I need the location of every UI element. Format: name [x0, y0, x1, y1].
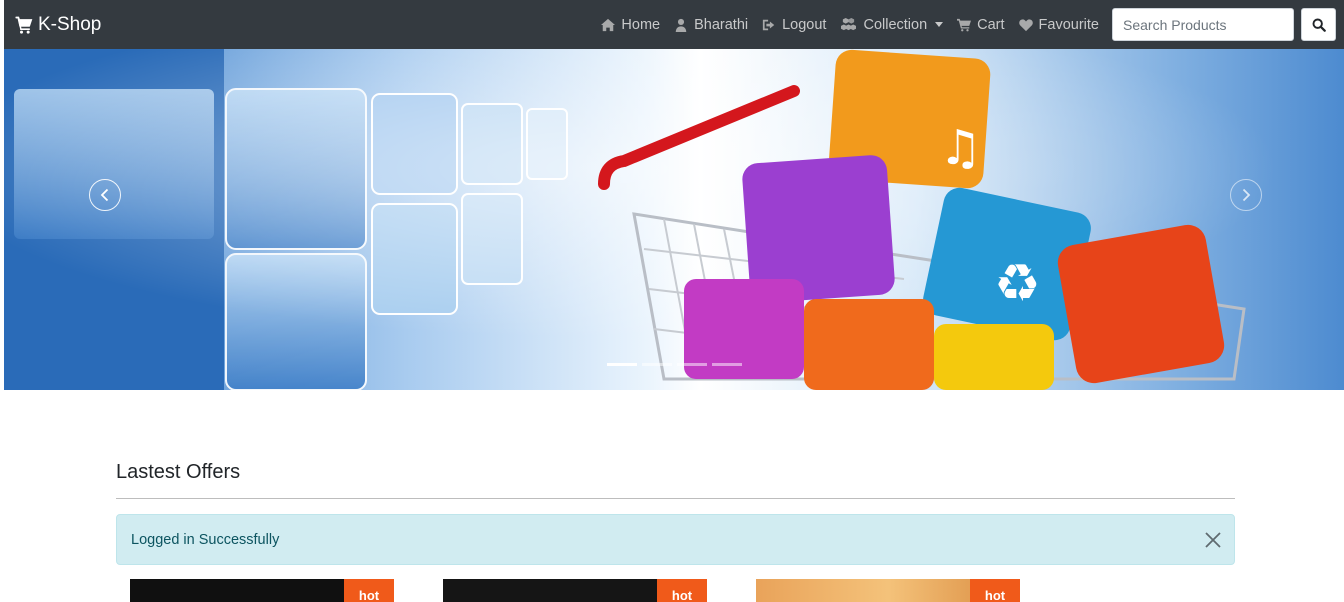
nav-home-label: Home: [621, 16, 661, 33]
svg-text:♻: ♻: [994, 254, 1041, 314]
success-alert: Logged in Successfully: [116, 514, 1235, 565]
caret-down-icon: [935, 22, 944, 27]
product-card[interactable]: hot: [443, 579, 707, 602]
brand-name: K-Shop: [38, 14, 102, 35]
nav-home[interactable]: Home: [594, 0, 667, 49]
search-button[interactable]: [1301, 8, 1336, 41]
nav-favourite[interactable]: Favourite: [1012, 0, 1106, 49]
nav-logout[interactable]: Logout: [755, 0, 833, 49]
svg-text:♫: ♫: [939, 120, 982, 176]
hot-badge: hot: [344, 579, 394, 602]
nav-logout-label: Logout: [782, 16, 827, 33]
product-card[interactable]: hot: [130, 579, 394, 602]
nav-cart[interactable]: Cart: [950, 0, 1011, 49]
search-icon: [1312, 18, 1326, 32]
nav-collection-label: Collection: [863, 16, 928, 33]
carousel-indicators: [607, 363, 742, 366]
hot-badge: hot: [657, 579, 707, 602]
carousel-indicator[interactable]: [677, 363, 707, 366]
divider: [116, 498, 1235, 499]
section-title: Lastest Offers: [116, 461, 241, 483]
nav-collection-dropdown[interactable]: Collection: [833, 0, 950, 49]
sign-out-icon: [762, 19, 775, 30]
carousel-next-button[interactable]: [1230, 179, 1262, 211]
carousel-indicator[interactable]: [642, 363, 672, 366]
user-icon: [675, 18, 687, 32]
search-input[interactable]: [1112, 8, 1294, 41]
heart-icon: [1018, 18, 1033, 31]
cart-icon: [14, 16, 33, 34]
carousel-indicator[interactable]: [607, 363, 637, 366]
page: K-Shop Home Bharathi Logout Collection C…: [0, 0, 1344, 602]
carousel-prev-button[interactable]: [89, 179, 121, 211]
nav-links: Home Bharathi Logout Collection Cart Fav…: [594, 0, 1106, 49]
cubes-icon: [841, 17, 857, 31]
chevron-right-icon: [1242, 188, 1251, 202]
product-card[interactable]: hot: [756, 579, 1020, 602]
home-icon: [601, 18, 616, 31]
navbar: K-Shop Home Bharathi Logout Collection C…: [4, 0, 1344, 49]
carousel-slide-image: ♫ ♻: [4, 49, 1344, 390]
alert-message: Logged in Successfully: [131, 531, 280, 548]
hot-badge: hot: [970, 579, 1020, 602]
chevron-left-icon: [100, 188, 109, 202]
nav-user-label: Bharathi: [694, 16, 749, 33]
carousel-indicator[interactable]: [712, 363, 742, 366]
close-icon[interactable]: [1204, 531, 1222, 549]
nav-cart-label: Cart: [977, 16, 1005, 33]
nav-user[interactable]: Bharathi: [667, 0, 755, 49]
cart-icon: [957, 18, 972, 31]
brand-link[interactable]: K-Shop: [14, 12, 101, 38]
nav-favourite-label: Favourite: [1038, 16, 1099, 33]
hero-carousel: ♫ ♻: [4, 49, 1344, 390]
